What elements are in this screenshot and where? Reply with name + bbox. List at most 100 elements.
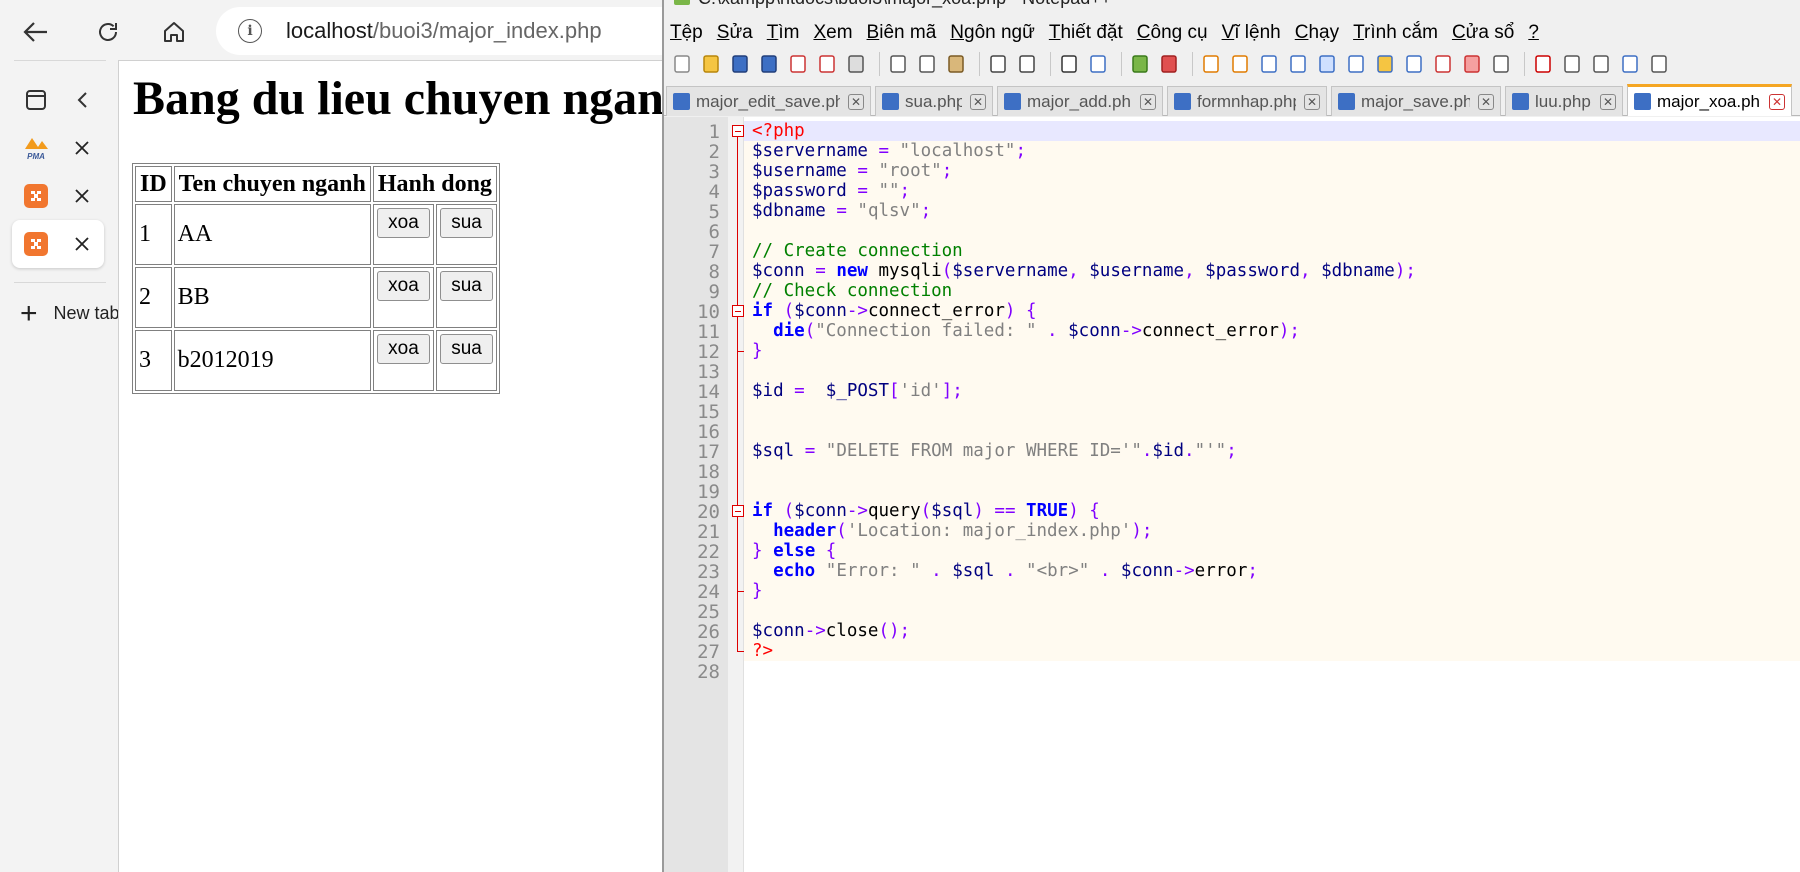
refresh-button[interactable] [88,12,128,52]
menu-item[interactable]: Chạy [1295,22,1339,48]
stop-macro-icon[interactable] [1560,52,1584,76]
close-tab-icon[interactable]: ✕ [1769,93,1785,110]
new-tab-button[interactable]: + New tab [20,303,118,324]
close-tab-icon[interactable]: ✕ [1304,93,1320,110]
close-tab-icon[interactable]: ✕ [1140,93,1156,110]
menu-item[interactable]: Xem [813,22,852,48]
close-tab-icon[interactable] [72,186,92,206]
sidebar-tab-pma[interactable]: PMA [12,124,104,172]
copy-icon[interactable] [915,52,939,76]
close-tab-icon[interactable]: ✕ [1600,93,1616,110]
menu-item[interactable]: Sửa [717,22,753,48]
replace-icon[interactable] [1086,52,1110,76]
file-tab[interactable]: major_save.php ✕ [1331,86,1501,116]
close-tab-icon[interactable]: ✕ [848,93,864,110]
delete-button[interactable]: xoa [377,208,430,238]
record-macro-icon[interactable] [1531,52,1555,76]
open-file-icon[interactable] [699,52,723,76]
udl-icon[interactable] [1344,52,1368,76]
line-number-gutter: 1 2 3 4 5 6 7 8 9 10 11 12 13 14 15 16 17 18 19 20 21 22 23 24 2… [664,117,728,872]
new-file-icon[interactable] [670,52,694,76]
monitoring-icon[interactable] [1489,52,1513,76]
menu-item[interactable]: ? [1528,22,1539,48]
fold-toggle-icon[interactable] [732,305,744,317]
file-tab[interactable]: major_xoa.php ✕ [1627,84,1792,116]
doc-list-icon[interactable] [1402,52,1426,76]
home-button[interactable] [154,12,194,52]
delete-button[interactable]: xoa [377,271,430,301]
save-all-icon[interactable] [757,52,781,76]
find-icon[interactable] [1057,52,1081,76]
site-info-icon[interactable]: i [238,19,262,43]
sync-vertical-icon[interactable] [1199,52,1223,76]
back-button[interactable] [16,12,56,52]
collapse-sidebar-icon[interactable] [72,90,92,110]
edit-button[interactable]: sua [440,208,493,238]
save-status-icon [1512,93,1529,110]
menu-item[interactable]: Công cụ [1137,22,1208,48]
menu-item[interactable]: Thiết đặt [1049,22,1123,48]
zoom-in-icon[interactable] [1128,52,1152,76]
sidebar-tab-xampp-1[interactable] [12,172,104,220]
file-tab[interactable]: formnhap.php ✕ [1167,86,1327,116]
file-tab[interactable]: major_edit_save.php ✕ [666,86,871,116]
fold-guide-line [737,137,738,651]
page-heading: Bang du lieu chuyen nganh [133,72,688,125]
new-tab-label: New tab [53,303,118,323]
close-tab-icon[interactable]: ✕ [970,93,986,110]
word-wrap-icon[interactable] [1257,52,1281,76]
indent-guide-icon[interactable] [1315,52,1339,76]
tab-actions-icon[interactable] [22,86,50,114]
table-row: 3 b2012019 xoa sua [135,330,497,391]
menu-item[interactable]: Vĩ lệnh [1222,22,1281,48]
code-line: } [744,341,1800,361]
menu-item[interactable]: Trình cắm [1353,22,1438,48]
code-editor[interactable]: 1 2 3 4 5 6 7 8 9 10 11 12 13 14 15 16 17 18 19 20 21 22 23 24 2… [664,117,1800,872]
address-bar[interactable]: i localhost/buoi3/major_index.php [216,7,686,55]
menu-item[interactable]: Ngôn ngữ [950,22,1035,48]
pma-logo-text: PMA [27,152,45,161]
xampp-icon [22,182,50,210]
line-number: 25 [697,601,720,623]
code-area[interactable]: <?php $servername = "localhost"; $username… [744,117,1800,872]
folder-workspace-icon[interactable] [1460,52,1484,76]
redo-icon[interactable] [1015,52,1039,76]
code-line: die("Connection failed: " . $conn->conne… [744,321,1800,341]
run-macro-multiple-icon[interactable] [1618,52,1642,76]
close-tab-icon[interactable] [72,138,92,158]
zoom-out-icon[interactable] [1157,52,1181,76]
close-tab-icon[interactable]: ✕ [1478,93,1494,110]
file-tab[interactable]: sua.php ✕ [875,86,993,116]
undo-icon[interactable] [986,52,1010,76]
sidebar-tab-xampp-2[interactable] [12,220,104,268]
cell-name: b2012019 [173,330,371,391]
code-line: <?php [744,121,1800,141]
edit-button[interactable]: sua [440,271,493,301]
paste-icon[interactable] [944,52,968,76]
play-macro-icon[interactable] [1589,52,1613,76]
cut-icon[interactable] [886,52,910,76]
save-icon[interactable] [728,52,752,76]
close-icon[interactable] [786,52,810,76]
close-all-icon[interactable] [815,52,839,76]
menu-item[interactable]: Cửa sổ [1452,22,1514,48]
sync-horizontal-icon[interactable] [1228,52,1252,76]
file-tab[interactable]: luu.php ✕ [1505,86,1623,116]
menu-item[interactable]: Tìm [767,22,800,48]
menu-item[interactable]: Tệp [670,22,703,48]
fold-toggle-icon[interactable] [732,505,744,517]
save-macro-icon[interactable] [1647,52,1671,76]
toolbar-separator [1121,52,1122,76]
menu-item[interactable]: Biên mã [867,22,937,48]
code-line [744,601,1800,621]
edit-button[interactable]: sua [440,334,493,364]
close-tab-icon[interactable] [72,234,92,254]
show-all-chars-icon[interactable] [1286,52,1310,76]
doc-map-icon[interactable] [1373,52,1397,76]
file-tab-label: formnhap.php [1197,91,1296,111]
print-icon[interactable] [844,52,868,76]
file-tab[interactable]: major_add.php ✕ [997,86,1163,116]
fold-toggle-icon[interactable] [732,125,744,137]
delete-button[interactable]: xoa [377,334,430,364]
function-list-icon[interactable] [1431,52,1455,76]
